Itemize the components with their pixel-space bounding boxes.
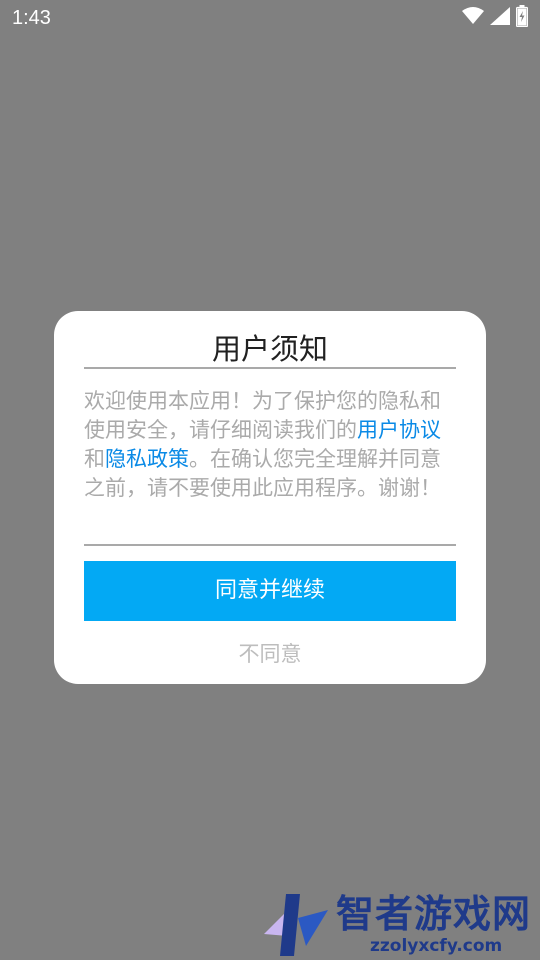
battery-charging-icon xyxy=(515,5,529,31)
wifi-icon xyxy=(462,7,484,29)
screen: 1:43 用户须知 欢迎使用本应用！为了保护您的隐私和使用安全，请仔细阅读我们的… xyxy=(0,0,540,960)
watermark-logo-icon xyxy=(264,894,328,956)
body-divider xyxy=(84,544,456,546)
status-time: 1:43 xyxy=(12,7,51,29)
user-notice-dialog: 用户须知 欢迎使用本应用！为了保护您的隐私和使用安全，请仔细阅读我们的用户协议和… xyxy=(54,311,486,684)
dialog-title: 用户须知 xyxy=(211,332,328,366)
privacy-policy-link[interactable]: 隐私政策 xyxy=(105,447,189,471)
body-and-text: 和 xyxy=(84,447,105,471)
title-divider xyxy=(84,367,456,369)
user-agreement-link[interactable]: 用户协议 xyxy=(357,418,441,442)
status-icons xyxy=(462,5,529,31)
dialog-body: 欢迎使用本应用！为了保护您的隐私和使用安全，请仔细阅读我们的用户协议和隐私政策。… xyxy=(84,387,456,503)
watermark-url: zzolyxcfy.com xyxy=(370,936,503,956)
watermark-brand: 智者游戏网 xyxy=(336,892,532,936)
disagree-button[interactable]: 不同意 xyxy=(54,637,486,671)
signal-icon xyxy=(490,7,510,29)
status-bar: 1:43 xyxy=(0,0,540,36)
agree-continue-button[interactable]: 同意并继续 xyxy=(84,561,456,621)
site-watermark: 智者游戏网 zzolyxcfy.com xyxy=(258,888,540,960)
